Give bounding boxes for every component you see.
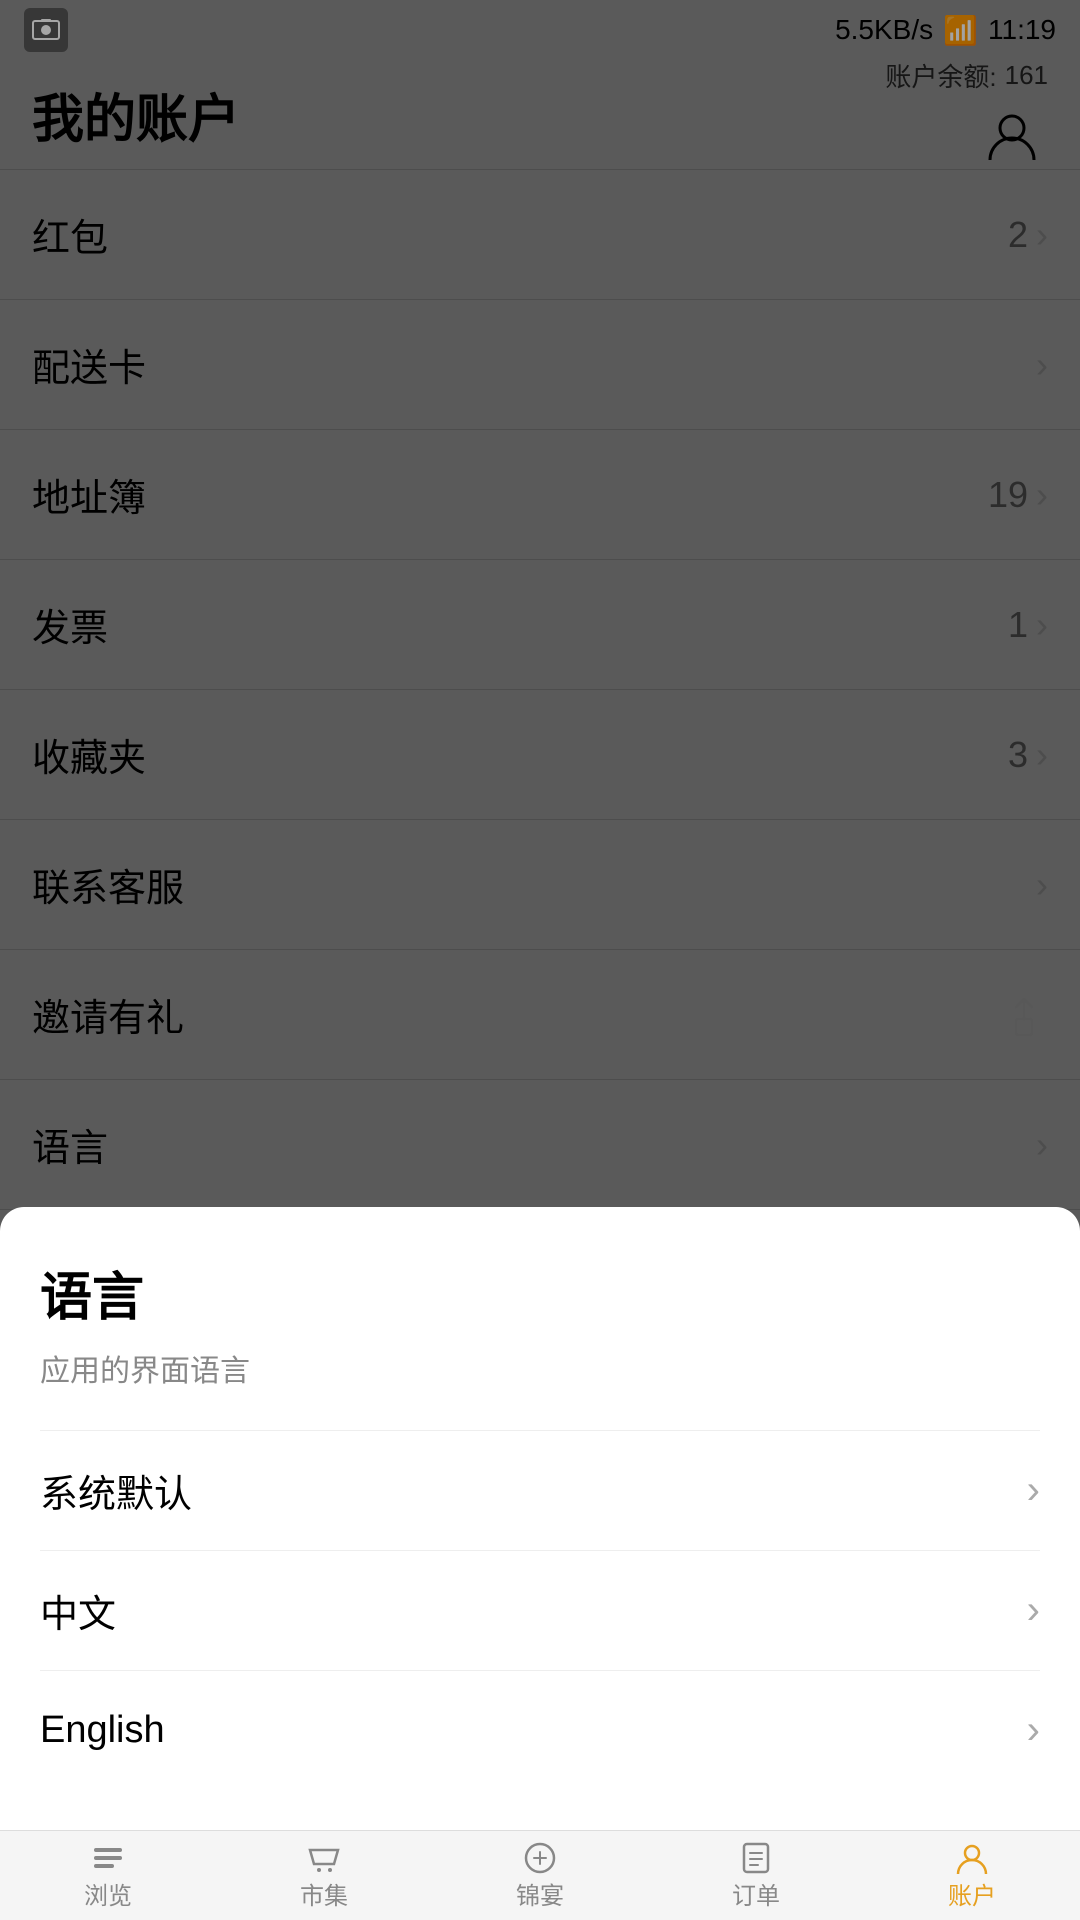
language-label-english: English (40, 1709, 165, 1752)
sheet-title: 语言 (40, 1255, 1040, 1330)
bottom-nav: 浏览 市集 锦宴 订单 账户 (0, 1830, 1080, 1920)
chevron-chinese: › (1027, 1588, 1040, 1633)
language-option-english[interactable]: English › (40, 1670, 1040, 1790)
language-bottom-sheet: 语言 应用的界面语言 系统默认 › 中文 › English › (0, 1207, 1080, 1830)
language-option-system-default[interactable]: 系统默认 › (40, 1430, 1040, 1550)
nav-item-feast[interactable]: 锦宴 (432, 1831, 648, 1920)
nav-label-account: 账户 (948, 1876, 996, 1911)
sheet-subtitle: 应用的界面语言 (40, 1346, 1040, 1390)
nav-label-feast: 锦宴 (516, 1876, 564, 1911)
nav-item-account[interactable]: 账户 (864, 1831, 1080, 1920)
language-label-system-default: 系统默认 (40, 1463, 192, 1518)
chevron-system-default: › (1027, 1468, 1040, 1513)
nav-label-market: 市集 (300, 1876, 348, 1911)
chevron-english: › (1027, 1708, 1040, 1753)
language-option-chinese[interactable]: 中文 › (40, 1550, 1040, 1670)
nav-item-browse[interactable]: 浏览 (0, 1831, 216, 1920)
nav-label-orders: 订单 (732, 1876, 780, 1911)
nav-item-orders[interactable]: 订单 (648, 1831, 864, 1920)
language-label-chinese: 中文 (40, 1583, 116, 1638)
nav-label-browse: 浏览 (84, 1876, 132, 1911)
nav-item-market[interactable]: 市集 (216, 1831, 432, 1920)
